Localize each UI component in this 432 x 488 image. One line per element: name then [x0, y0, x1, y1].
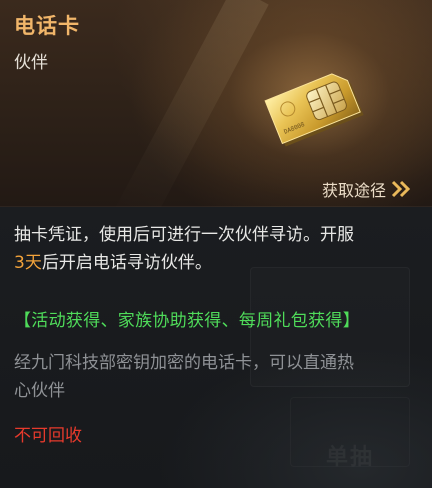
- light-beam: [111, 0, 269, 235]
- acquisition-sources: 【活动获得、家族协助获得、每周礼包获得】: [14, 311, 360, 331]
- item-name: 电话卡: [14, 14, 80, 38]
- flavor-text: 经九门科技部密钥加密的电话卡，可以直通热 心伙伴: [14, 349, 414, 405]
- sim-card-icon: DA8008: [256, 56, 376, 152]
- item-detail-panel: 电话卡 伙伴 DA8008 获取途径 抽卡凭证，使用后可进行一次伙伴寻访。开服 …: [0, 0, 432, 488]
- description-line-2: 3天后开启电话寻访伙伴。: [14, 249, 414, 277]
- flavor-line-2: 心伙伴: [14, 381, 65, 401]
- recycle-status: 不可回收: [14, 426, 82, 446]
- description-line-1: 抽卡凭证，使用后可进行一次伙伴寻访。开服: [14, 225, 354, 245]
- background-label: 单抽: [326, 445, 375, 470]
- description-rest: 后开启电话寻访伙伴。: [41, 253, 212, 273]
- item-description: 抽卡凭证，使用后可进行一次伙伴寻访。开服 3天后开启电话寻访伙伴。: [14, 221, 414, 277]
- get-source-label: 获取途径: [321, 181, 386, 200]
- item-header: 电话卡 伙伴 DA8008 获取途径: [0, 0, 432, 235]
- get-source-link[interactable]: 获取途径: [322, 177, 412, 201]
- double-chevron-right-icon: [391, 180, 411, 198]
- flavor-line-1: 经九门科技部密钥加密的电话卡，可以直通热: [14, 353, 354, 373]
- item-type: 伙伴: [14, 53, 48, 73]
- description-highlight: 3天: [14, 253, 42, 273]
- item-body: 抽卡凭证，使用后可进行一次伙伴寻访。开服 3天后开启电话寻访伙伴。 【活动获得、…: [0, 207, 432, 488]
